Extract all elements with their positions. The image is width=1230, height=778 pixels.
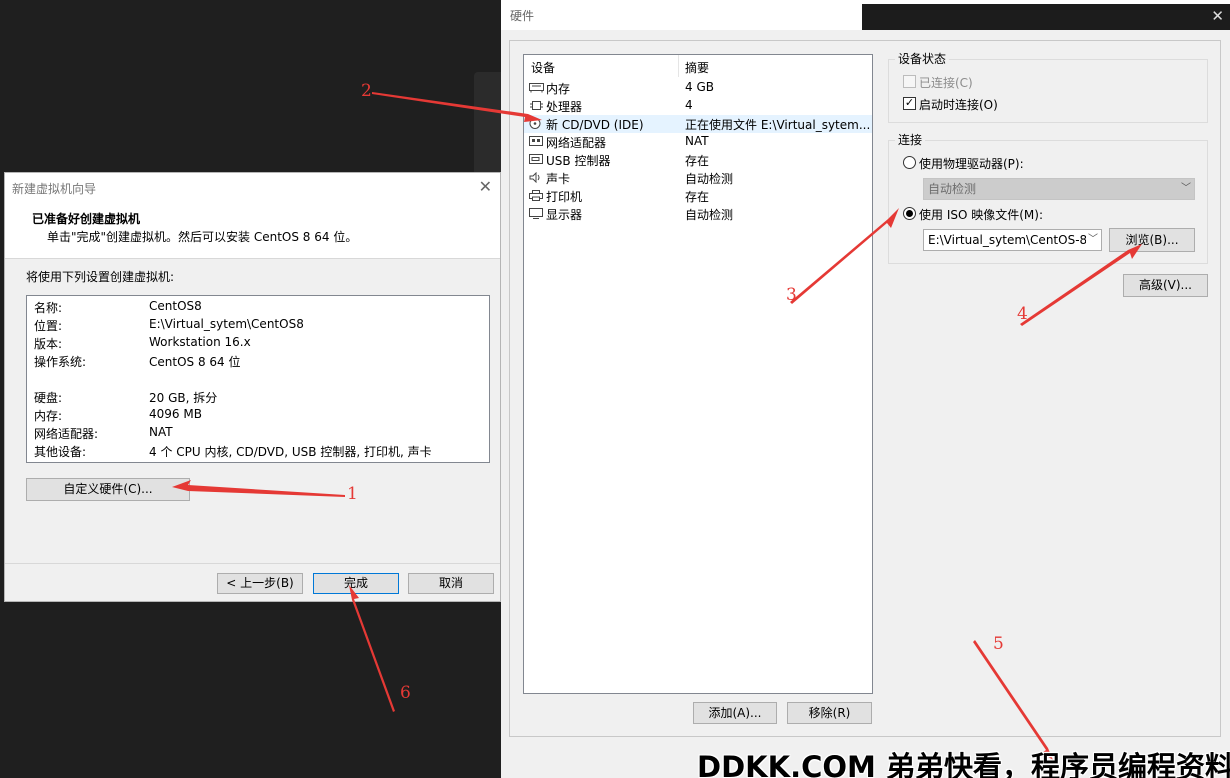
annotation-label-5: 5 bbox=[993, 634, 1004, 654]
arrow-4 bbox=[1020, 244, 1142, 326]
arrow-2 bbox=[372, 92, 542, 122]
arrow-1 bbox=[172, 480, 345, 497]
annotation-label-4: 4 bbox=[1017, 304, 1028, 324]
arrow-3 bbox=[790, 208, 899, 304]
annotation-label-6: 6 bbox=[400, 683, 411, 703]
annotation-label-3: 3 bbox=[786, 285, 797, 305]
arrow-5 bbox=[973, 640, 1053, 760]
annotation-label-2: 2 bbox=[361, 81, 372, 101]
watermark: DDKK.COM 弟弟快看，程序员编程资料站 bbox=[697, 750, 1230, 778]
annotation-arrows bbox=[172, 92, 1142, 760]
arrow-6 bbox=[349, 585, 395, 712]
annotation-label-1: 1 bbox=[347, 484, 358, 504]
